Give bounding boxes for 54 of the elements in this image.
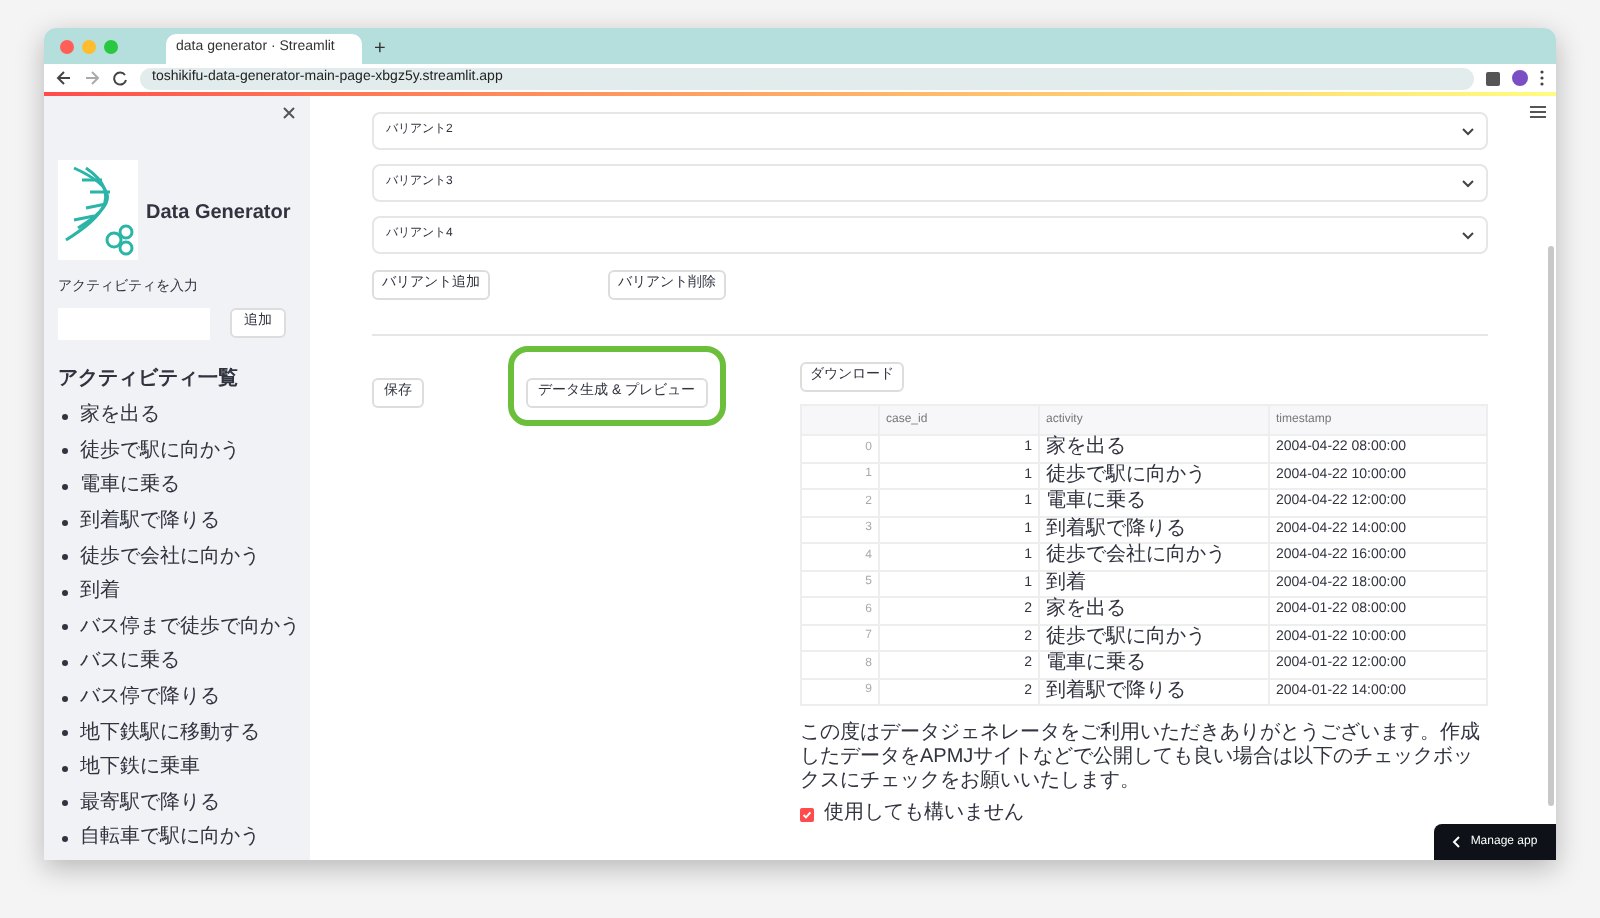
- table-cell: 到着駅で降りる: [1038, 679, 1268, 704]
- activity-list-item: 自転車で駅に向かう: [80, 826, 260, 851]
- table-cell: 徒歩で駅に向かう: [1038, 463, 1268, 488]
- bullet-icon: [62, 765, 68, 772]
- table-cell: 電車に乗る: [1038, 652, 1268, 677]
- activity-list-item: バスに乗る: [80, 650, 180, 675]
- activity-list-item: バス停で降りる: [80, 686, 220, 711]
- bullet-icon: [62, 483, 68, 490]
- bullet-icon: [62, 413, 68, 420]
- extension-icon[interactable]: [1486, 71, 1500, 85]
- notice-text: この度はデータジェネレータをご利用いただきありがとうございます。作成したデータをAPMJサイトなどで公開しても良い場合は以下のチェックボックスにチェックをお願いいたします。: [800, 722, 1482, 794]
- bullet-icon: [62, 519, 68, 526]
- menu-icon[interactable]: [1530, 106, 1546, 118]
- app-title: Data Generator: [146, 200, 291, 228]
- dna-logo: [58, 160, 138, 260]
- bullet-icon: [62, 730, 68, 737]
- activity-list-item: 到着: [80, 580, 120, 605]
- bullet-icon: [62, 835, 68, 842]
- bullet-icon: [62, 659, 68, 666]
- chevron-icon: [1462, 179, 1474, 187]
- activity-list-item: 徒歩で会社に向かう: [80, 545, 260, 570]
- new-tab-button[interactable]: +: [374, 34, 386, 64]
- activity-list-item: 電車に乗る: [80, 474, 180, 499]
- table-cell: 徒歩で駅に向かう: [1038, 625, 1268, 650]
- activity-list-item: 最寄駅で降りる: [80, 791, 220, 816]
- back-icon[interactable]: [56, 70, 72, 86]
- table-cell: 家を出る: [1038, 598, 1268, 623]
- activity-list-item: 徒歩で駅に向かう: [80, 439, 240, 464]
- close-icon[interactable]: [282, 106, 296, 120]
- bullet-icon: [62, 800, 68, 807]
- reload-icon[interactable]: [112, 70, 128, 86]
- activity-list-item: バス停まで徒歩で向かう: [80, 615, 300, 640]
- consent-label: 使用しても構いません: [824, 802, 1024, 826]
- bullet-icon: [62, 589, 68, 596]
- list-heading: アクティビティ一覧: [58, 365, 240, 393]
- bullet-icon: [62, 554, 68, 561]
- consent-checkbox[interactable]: [800, 807, 814, 821]
- chevron-icon: [1462, 231, 1474, 239]
- chevron-icon: [1462, 127, 1474, 135]
- chevron-left-icon: [1452, 836, 1461, 848]
- activity-list-item: 家を出る: [80, 404, 160, 429]
- bullet-icon: [62, 624, 68, 631]
- activity-list-item: 地下鉄駅に移動する: [80, 721, 260, 746]
- table-cell: 家を出る: [1038, 436, 1268, 461]
- table-cell: 徒歩で会社に向かう: [1038, 544, 1268, 569]
- bullet-icon: [62, 448, 68, 455]
- table-cell: 電車に乗る: [1038, 490, 1268, 515]
- bullet-icon: [62, 695, 68, 702]
- check-icon: [802, 809, 812, 819]
- activity-list-item: 到着駅で降りる: [80, 510, 220, 535]
- table-cell: 到着: [1038, 571, 1268, 596]
- table-cell: 到着駅で降りる: [1038, 517, 1268, 542]
- activity-list-item: 地下鉄に乗車: [80, 756, 200, 781]
- profile-avatar[interactable]: [1512, 70, 1528, 86]
